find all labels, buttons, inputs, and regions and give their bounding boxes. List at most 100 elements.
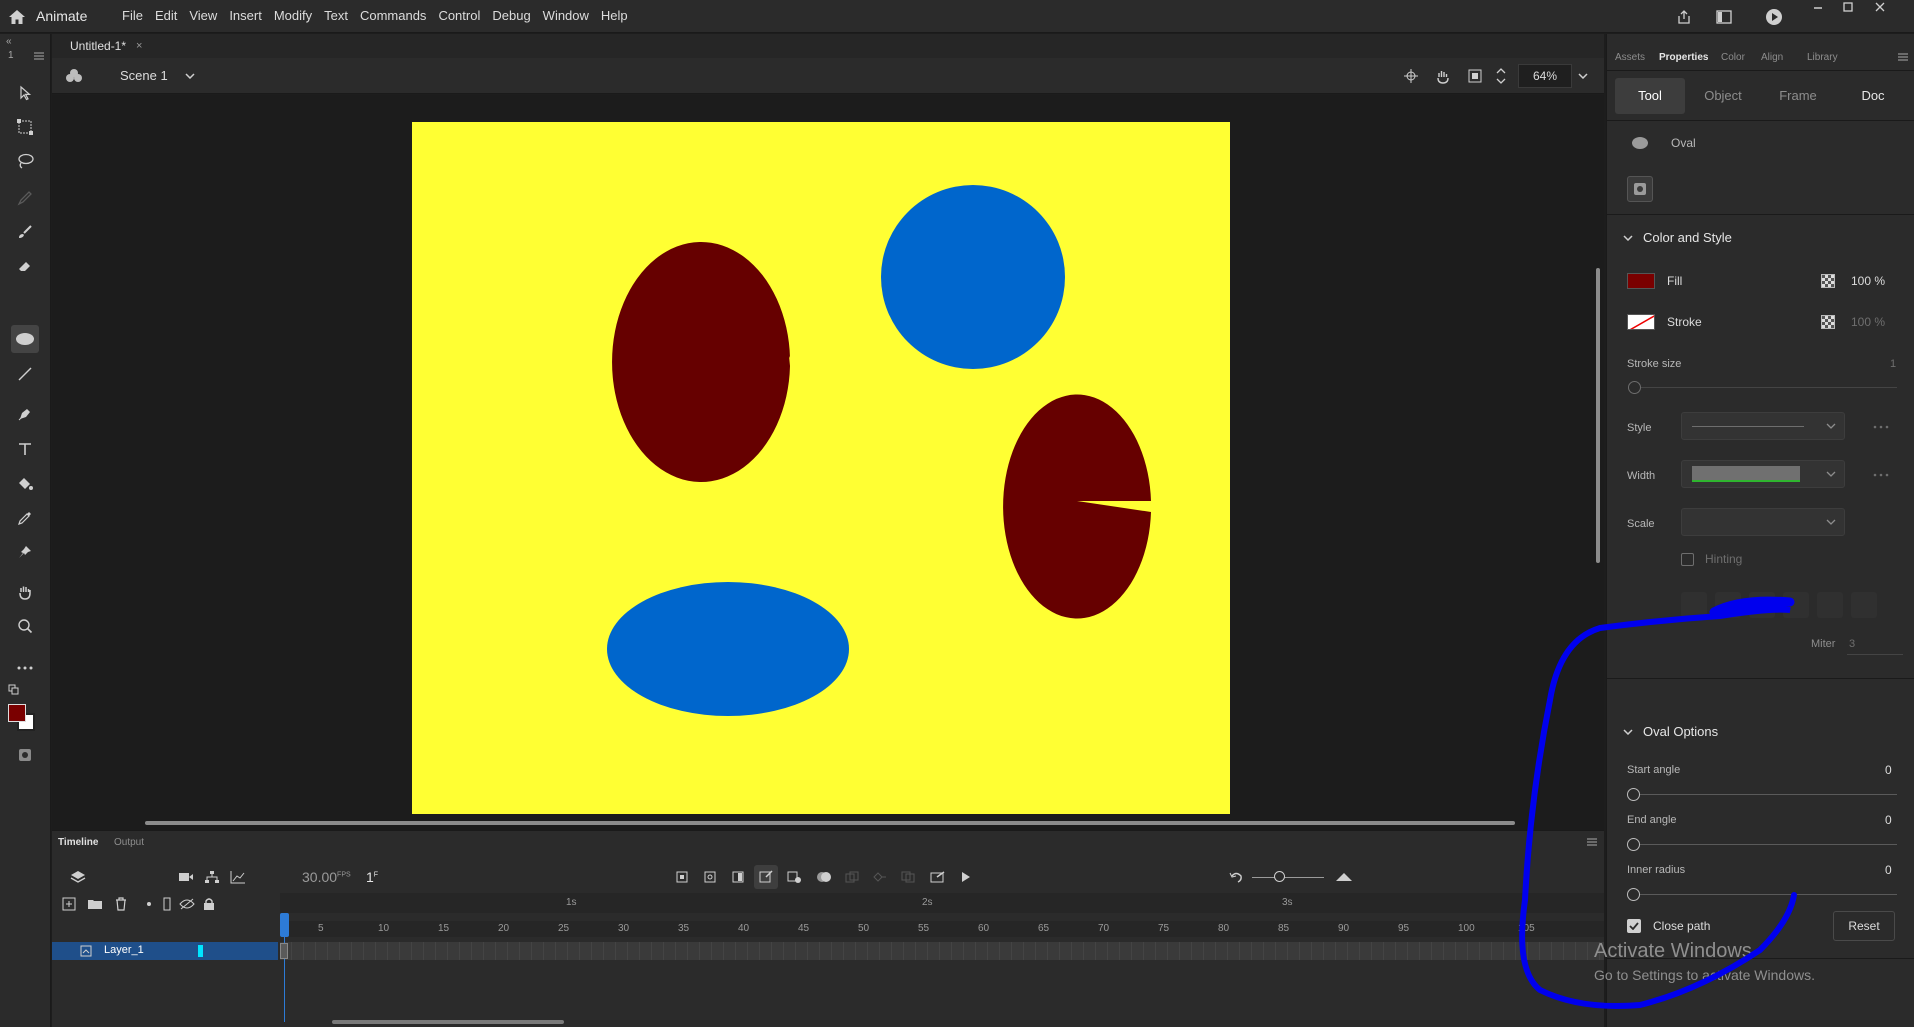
playhead[interactable] [280,913,289,937]
stroke-style-dropdown[interactable] [1681,412,1845,440]
new-folder-icon[interactable] [86,895,104,913]
eraser-tool-icon[interactable] [11,252,39,280]
stroke-swatch[interactable] [1627,314,1655,330]
ease-icon[interactable] [870,867,890,887]
timeline-menu-icon[interactable] [1586,837,1598,847]
start-angle-knob[interactable] [1627,788,1640,801]
fps-value[interactable]: 30.00FPS [302,869,351,885]
cap-square-button[interactable] [1749,592,1775,618]
text-tool-icon[interactable] [11,435,39,463]
stroke-size-knob[interactable] [1628,381,1641,394]
end-angle-slider[interactable] [1635,844,1897,845]
fill-stroke-swatches[interactable] [8,704,36,732]
start-angle-value[interactable]: 0 [1885,763,1892,777]
stage-vertical-scrollbar[interactable] [1596,268,1600,563]
camera-icon[interactable] [176,867,196,887]
close-tab-icon[interactable]: × [136,34,142,58]
fill-alpha-icon[interactable] [1821,274,1835,288]
workspace-icon[interactable] [1712,5,1736,29]
close-path-checkbox[interactable] [1627,919,1641,933]
auto-keyframe-icon[interactable] [754,865,778,889]
paint-bucket-tool-icon[interactable] [11,470,39,498]
insert-blank-keyframe-icon[interactable] [700,867,720,887]
rotate-stage-icon[interactable] [1434,67,1452,85]
timeline-scrollbar[interactable] [332,1020,564,1024]
edit-multiple-frames-icon[interactable] [842,867,862,887]
menu-commands[interactable]: Commands [354,0,432,33]
menu-view[interactable]: View [183,0,223,33]
join-miter-button[interactable] [1783,592,1809,618]
delete-layer-icon[interactable] [112,895,130,913]
fill-alpha-value[interactable]: 100 % [1851,274,1885,288]
menu-text[interactable]: Text [318,0,354,33]
current-frame[interactable]: 1F [366,869,378,885]
segment-frame[interactable]: Frame [1761,78,1835,114]
scene-symbol-icon[interactable] [64,66,84,86]
loop-icon[interactable] [928,867,948,887]
insert-keyframe-icon[interactable] [672,867,692,887]
inner-radius-slider[interactable] [1635,894,1897,895]
stage-horizontal-scrollbar[interactable] [145,821,1515,825]
menu-debug[interactable]: Debug [486,0,536,33]
menu-edit[interactable]: Edit [149,0,183,33]
layer-row[interactable]: Layer_1 [52,942,278,960]
object-drawing-mode-icon[interactable] [1627,176,1653,202]
layer-color-marker[interactable] [198,945,203,957]
collapse-icon[interactable]: « [6,36,12,47]
hinting-checkbox[interactable] [1681,553,1694,566]
graph-icon[interactable] [228,867,248,887]
stroke-size-value[interactable]: 1 [1890,358,1896,370]
stage-canvas[interactable] [412,122,1230,814]
end-angle-value[interactable]: 0 [1885,813,1892,827]
width-options-icon[interactable] [1873,473,1889,477]
tab-library[interactable]: Library [1807,52,1838,63]
inner-radius-knob[interactable] [1627,888,1640,901]
parenting-icon[interactable] [202,867,222,887]
menu-file[interactable]: File [116,0,149,33]
minimize-icon[interactable] [1806,0,1830,14]
segment-doc[interactable]: Doc [1839,78,1907,114]
pin-tool-icon[interactable] [11,538,39,566]
toolbar-menu-icon[interactable] [34,52,44,60]
zoom-tool-icon[interactable] [11,612,39,640]
fit-stage-icon[interactable] [1494,64,1508,88]
oval-tool-icon[interactable] [11,325,39,353]
test-movie-icon[interactable] [1762,5,1786,29]
lock-layer-icon[interactable] [200,895,218,913]
play-icon[interactable] [956,867,976,887]
panel-menu-icon[interactable] [1897,52,1909,62]
scale-dropdown[interactable] [1681,508,1845,536]
oval-options-header[interactable]: Oval Options [1623,724,1718,739]
selection-tool-icon[interactable] [11,79,39,107]
scene-dropdown-icon[interactable] [182,68,198,84]
join-round-button[interactable] [1817,592,1843,618]
menu-control[interactable]: Control [432,0,486,33]
menu-window[interactable]: Window [537,0,595,33]
hide-layer-icon[interactable] [178,895,196,913]
outline-layer-icon[interactable] [158,895,176,913]
frame-ruler[interactable]: 5 10 15 20 25 30 35 40 45 50 55 60 65 70 75 80 85 90 95 100… [280,921,1604,937]
object-drawing-icon[interactable] [11,741,39,769]
free-transform-tool-icon[interactable] [11,113,39,141]
tab-align[interactable]: Align [1761,52,1783,63]
new-layer-icon[interactable] [60,895,78,913]
stroke-alpha-value[interactable]: 100 % [1851,315,1885,329]
menu-modify[interactable]: Modify [268,0,318,33]
segment-tool[interactable]: Tool [1615,78,1685,114]
clear-keyframe-icon[interactable] [784,867,804,887]
line-tool-icon[interactable] [11,360,39,388]
document-tab[interactable]: Untitled-1* × [60,34,153,58]
eyedropper-tool-icon[interactable] [11,504,39,532]
start-angle-slider[interactable] [1635,794,1897,795]
segment-object[interactable]: Object [1689,78,1757,114]
zoom-input[interactable]: 64% [1518,64,1572,88]
swap-colors-icon[interactable] [8,684,20,696]
undo-zoom-icon[interactable] [1226,867,1246,887]
pencil-tool-icon[interactable] [11,184,39,212]
cap-round-button[interactable] [1715,592,1741,618]
pen-tool-icon[interactable] [11,400,39,428]
fill-color-swatch[interactable] [8,704,26,722]
reset-button[interactable]: Reset [1833,911,1895,941]
timeline-zoom-knob[interactable] [1274,871,1285,882]
zoom-dropdown-icon[interactable] [1574,67,1592,85]
